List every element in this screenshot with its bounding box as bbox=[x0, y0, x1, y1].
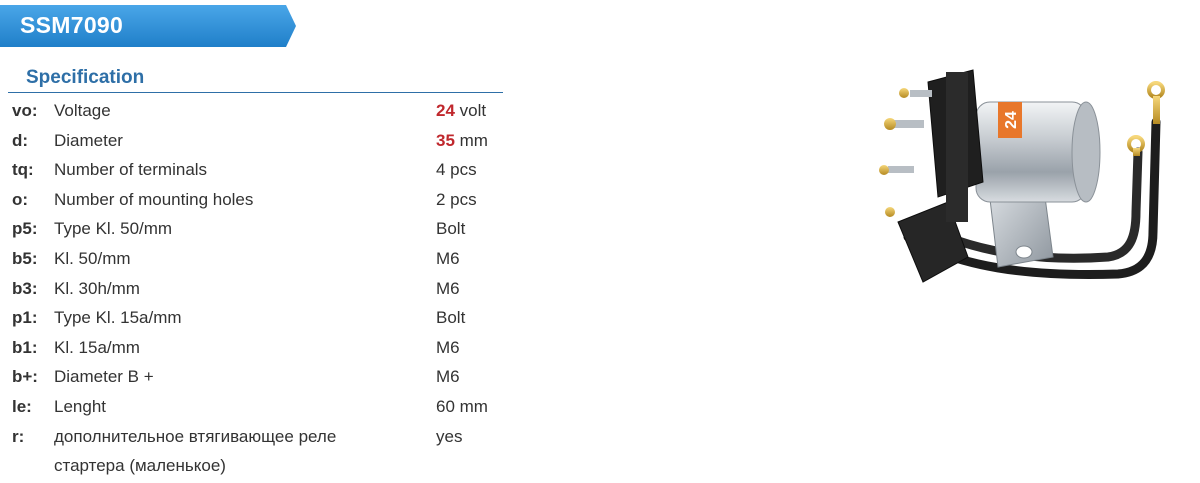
spec-row-length: le: Lenght 60 mm bbox=[12, 392, 507, 422]
spec-code: d: bbox=[12, 130, 29, 150]
spec-table: vo: Voltage 24 volt d: Diameter 35 mm tq… bbox=[12, 96, 507, 480]
spec-value-number: 35 bbox=[436, 130, 455, 150]
product-title-banner: SSM7090 bbox=[0, 5, 300, 47]
spec-value: 4 pcs bbox=[436, 160, 477, 180]
spec-code: le: bbox=[12, 396, 32, 416]
spec-value: yes bbox=[436, 426, 463, 446]
spec-value: 2 pcs bbox=[436, 189, 477, 209]
spec-row-extra-relay: r: дополнительное втягивающее реле старте… bbox=[12, 422, 507, 480]
spec-label: Kl. 15a/mm bbox=[54, 337, 140, 357]
spec-row-voltage: vo: Voltage 24 volt bbox=[12, 96, 507, 126]
spec-label-line2: стартера (маленькое) bbox=[54, 456, 226, 476]
spec-label: Number of mounting holes bbox=[54, 189, 254, 209]
spec-value-unit: mm bbox=[454, 130, 488, 150]
spec-value: 60 mm bbox=[436, 396, 488, 416]
spec-heading: Specification bbox=[26, 67, 145, 88]
spec-row-kl50: b5: Kl. 50/mm M6 bbox=[12, 244, 507, 274]
spec-row-type-kl50: p5: Type Kl. 50/mm Bolt bbox=[12, 214, 507, 244]
spec-value: Bolt bbox=[436, 308, 466, 328]
spec-row-kl15a: b1: Kl. 15a/mm M6 bbox=[12, 333, 507, 363]
spec-row-diameter-b-plus: b+: Diameter B + M6 bbox=[12, 362, 507, 392]
spec-value: 35 mm bbox=[436, 126, 488, 156]
spec-value: M6 bbox=[436, 278, 460, 298]
spec-label: Voltage bbox=[54, 101, 111, 120]
spec-label: Kl. 30h/mm bbox=[54, 278, 140, 298]
solenoid-relay-photo: 24 bbox=[868, 62, 1178, 312]
spec-code: p5: bbox=[12, 219, 38, 239]
spec-label: Diameter bbox=[54, 130, 123, 150]
spec-value: M6 bbox=[436, 367, 460, 387]
spec-code: vo: bbox=[12, 101, 38, 120]
spec-code: tq: bbox=[12, 160, 34, 180]
spec-code: b+: bbox=[12, 367, 38, 387]
spec-value: 24 volt bbox=[436, 96, 486, 126]
spec-label: Diameter B + bbox=[54, 367, 154, 387]
spec-label: дополнительное втягивающее реле стартера … bbox=[54, 422, 414, 481]
label-24: 24 bbox=[1003, 111, 1020, 129]
spec-value: M6 bbox=[436, 248, 460, 268]
spec-code: o: bbox=[12, 189, 29, 209]
spec-code: p1: bbox=[12, 308, 38, 328]
spec-code: b5: bbox=[12, 248, 38, 268]
spec-row-terminals: tq: Number of terminals 4 pcs bbox=[12, 155, 507, 185]
product-code: SSM7090 bbox=[20, 12, 124, 38]
solenoid-relay-icon: 24 bbox=[879, 69, 1165, 283]
spec-value: Bolt bbox=[436, 219, 466, 239]
spec-label: Kl. 50/mm bbox=[54, 248, 131, 268]
spec-row-mounting-holes: o: Number of mounting holes 2 pcs bbox=[12, 185, 507, 215]
spec-value-unit: volt bbox=[454, 101, 487, 120]
spec-row-type-kl15a: p1: Type Kl. 15a/mm Bolt bbox=[12, 303, 507, 333]
spec-value-number: 24 bbox=[436, 101, 455, 120]
spec-label: Number of terminals bbox=[54, 160, 208, 180]
spec-code: b1: bbox=[12, 337, 38, 357]
spec-row-kl30h: b3: Kl. 30h/mm M6 bbox=[12, 274, 507, 304]
spec-label: Lenght bbox=[54, 396, 106, 416]
spec-label: Type Kl. 50/mm bbox=[54, 219, 173, 239]
spec-value: M6 bbox=[436, 337, 460, 357]
spec-code: r: bbox=[12, 426, 25, 446]
spec-divider bbox=[8, 92, 503, 93]
spec-code: b3: bbox=[12, 278, 38, 298]
spec-label-line1: дополнительное втягивающее реле bbox=[54, 426, 337, 446]
spec-label: Type Kl. 15a/mm bbox=[54, 308, 182, 328]
spec-row-diameter: d: Diameter 35 mm bbox=[12, 126, 507, 156]
